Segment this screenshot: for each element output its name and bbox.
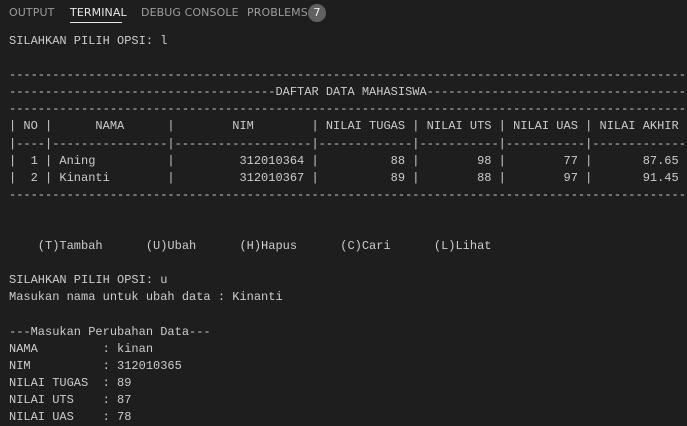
terminal-line: Masukan nama untuk ubah data : Kinanti [9,290,283,305]
terminal-line: NAMA : kinan [9,341,154,356]
terminal-line: ---Masukan Perubahan Data--- [9,324,211,339]
problems-count-badge: 7 [308,4,326,22]
terminal-line: NILAI UTS : 87 [9,392,132,407]
terminal-line: NIM : 312010365 [9,358,182,373]
terminal-line: NILAI TUGAS : 89 [9,375,132,390]
terminal-line: -------------------------------------DAF… [9,85,687,100]
terminal-line: ----------------------------------------… [9,102,687,117]
terminal-output[interactable]: SILAHKAN PILIH OPSI: l ------------------… [9,33,687,426]
terminal-line: ----------------------------------------… [9,68,687,83]
terminal-line: NILAI UAS : 78 [9,410,132,425]
terminal-line: | 2 | Kinanti | 312010367 | 89 | 88 | 97… [9,170,687,185]
terminal-line: (T)Tambah (U)Ubah (H)Hapus (C)Cari (L)Li… [9,239,492,254]
active-tab-indicator [70,22,122,23]
tab-problems[interactable]: PROBLEMS [247,6,308,19]
terminal-line: SILAHKAN PILIH OPSI: l [9,34,168,48]
tab-output[interactable]: OUTPUT [9,6,54,19]
panel-tab-bar: OUTPUT TERMINAL DEBUG CONSOLE PROBLEMS 7 [0,0,687,28]
terminal-line: ----------------------------------------… [9,187,687,202]
tab-terminal[interactable]: TERMINAL [70,6,127,19]
terminal-line: | NO | NAMA | NIM | NILAI TUGAS | NILAI … [9,119,687,134]
terminal-line: SILAHKAN PILIH OPSI: u [9,273,168,288]
terminal-line: | 1 | Aning | 312010364 | 88 | 98 | 77 |… [9,153,687,168]
tab-debug-console[interactable]: DEBUG CONSOLE [141,6,239,19]
terminal-line: |----|----------------|-----------------… [9,136,687,151]
